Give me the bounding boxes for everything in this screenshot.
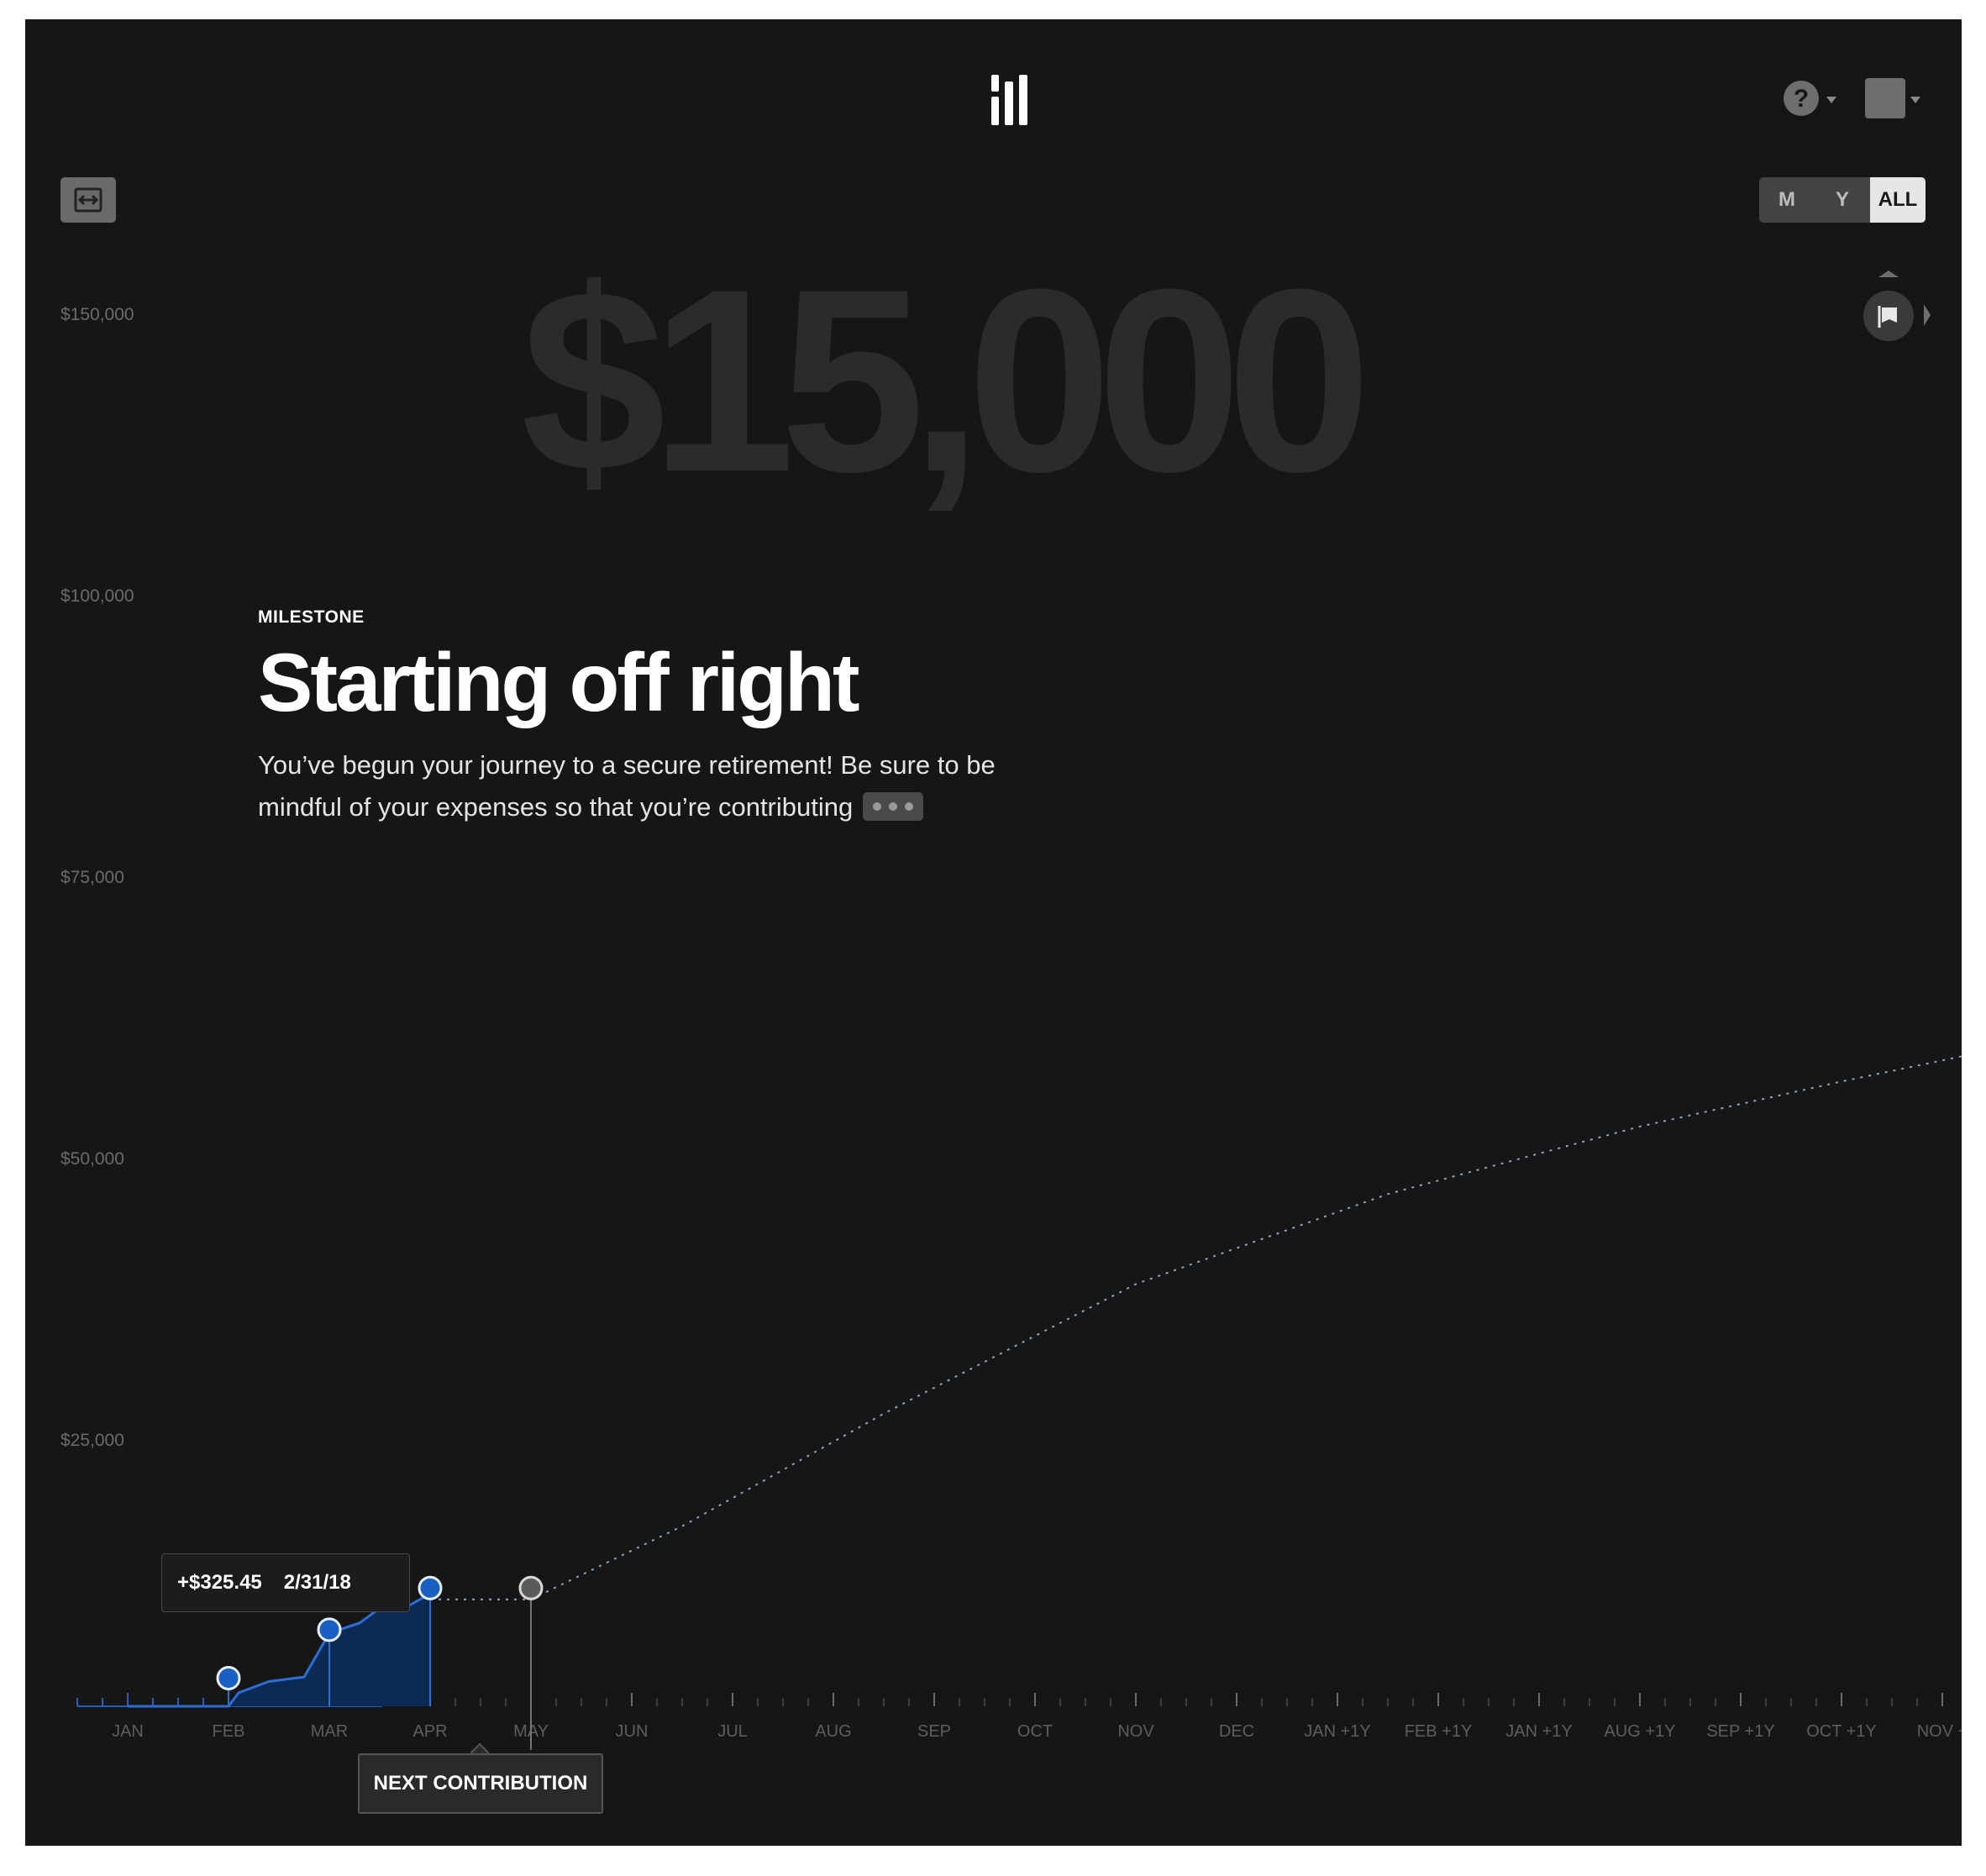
account-menu[interactable]: [1865, 78, 1926, 120]
next-contribution-marker: [518, 1575, 544, 1600]
chevron-down-icon: [1910, 97, 1920, 103]
range-option-month[interactable]: M: [1759, 177, 1815, 223]
app-window: JAN FEB MAR APR MAY JUN JUL AUG SEP OCT NOV DEC JAN …: [25, 19, 1962, 1846]
y-axis-label: $75,000: [60, 868, 124, 887]
dot-icon: [889, 801, 898, 811]
x-axis-label: JUL: [717, 1722, 748, 1741]
x-axis-label: NOV +: [1917, 1722, 1962, 1741]
user-avatar-icon: [1865, 78, 1905, 118]
x-axis-label: JAN: [112, 1722, 144, 1741]
chevron-down-icon: [1826, 97, 1836, 103]
x-axis-label: APR: [412, 1722, 447, 1741]
milestone-body: You’ve begun your journey to a secure re…: [258, 744, 1014, 828]
x-axis-label: NOV: [1117, 1722, 1154, 1741]
contribution-marker[interactable]: [418, 1575, 443, 1600]
flag-icon: [1878, 306, 1897, 328]
milestone-card: MILESTONE Starting off right You’ve begu…: [258, 607, 1014, 828]
dot-icon: [905, 801, 914, 811]
expand-view-button[interactable]: [60, 177, 116, 223]
y-axis-label: $150,000: [60, 305, 134, 324]
y-axis-label: $50,000: [60, 1149, 124, 1169]
help-menu[interactable]: ?: [1783, 78, 1842, 120]
next-contribution-label: NEXT CONTRIBUTION: [373, 1772, 588, 1795]
data-point-tooltip: +$325.45 2/31/18: [161, 1553, 410, 1612]
x-axis-label: AUG +1Y: [1604, 1722, 1675, 1741]
chevron-up-icon: [1878, 271, 1899, 277]
x-axis-label: SEP +1Y: [1706, 1722, 1774, 1741]
x-axis-label: OCT +1Y: [1806, 1722, 1877, 1741]
x-axis-label: AUG: [815, 1722, 851, 1741]
x-axis-label: MAR: [311, 1722, 348, 1741]
range-option-all[interactable]: ALL: [1870, 177, 1926, 223]
svg-text:?: ?: [1794, 85, 1809, 113]
milestone-flag-button[interactable]: [1863, 291, 1914, 341]
projected-balance-line: [430, 1055, 1962, 1600]
read-more-button[interactable]: [863, 791, 924, 821]
tooltip-date: 2/31/18: [283, 1571, 351, 1594]
x-axis-label: JAN +1Y: [1505, 1722, 1572, 1741]
x-axis-label: FEB +1Y: [1405, 1722, 1473, 1741]
x-axis-label: FEB: [213, 1722, 245, 1741]
dot-icon: [873, 801, 882, 811]
x-axis-label: DEC: [1219, 1722, 1254, 1741]
expand-horizontal-icon: [74, 187, 102, 213]
chevron-right-icon: [1924, 304, 1931, 326]
x-axis-label: JUN: [616, 1722, 649, 1741]
milestone-label: MILESTONE: [258, 607, 365, 627]
range-option-year[interactable]: Y: [1815, 177, 1870, 223]
x-axis-label: SEP: [917, 1722, 951, 1741]
milestone-title: Starting off right: [258, 636, 860, 728]
x-axis-label: JAN +1Y: [1304, 1722, 1370, 1741]
milestone-navigator[interactable]: [1848, 267, 1932, 351]
contribution-marker[interactable]: [216, 1666, 241, 1690]
contribution-marker[interactable]: [317, 1617, 342, 1642]
y-axis-label: $25,000: [60, 1431, 124, 1450]
brand-logo-icon[interactable]: [991, 75, 1035, 125]
y-axis-label: $100,000: [60, 586, 134, 606]
tooltip-amount: +$325.45: [177, 1571, 262, 1594]
help-question-icon: ?: [1784, 81, 1819, 116]
balance-hero-value: $15,000: [521, 234, 1372, 526]
x-axis-label: OCT: [1017, 1722, 1053, 1741]
time-range-toggle[interactable]: M Y ALL: [1759, 177, 1926, 223]
next-contribution-button[interactable]: NEXT CONTRIBUTION: [358, 1753, 603, 1814]
